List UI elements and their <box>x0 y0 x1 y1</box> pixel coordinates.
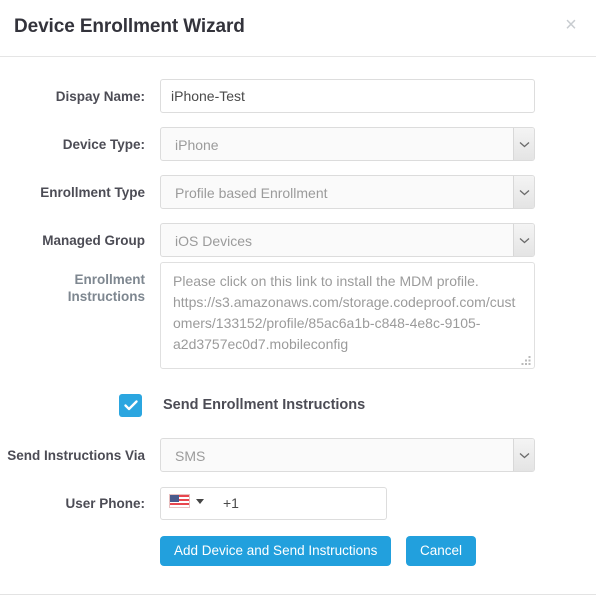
enrollment-instructions-label-line1: Enrollment <box>74 272 145 287</box>
chevron-down-icon <box>513 224 534 256</box>
user-phone-value: +1 <box>223 495 239 511</box>
check-icon <box>123 400 138 411</box>
user-phone-label: User Phone: <box>65 496 145 511</box>
device-type-selected-value: iPhone <box>160 127 535 161</box>
send-enrollment-instructions-checkbox[interactable] <box>119 394 142 417</box>
managed-group-select[interactable]: iOS Devices <box>160 223 535 257</box>
page-title: Device Enrollment Wizard <box>14 16 245 37</box>
send-instructions-via-select[interactable]: SMS <box>160 438 535 472</box>
send-instructions-via-selected-value: SMS <box>160 438 535 472</box>
managed-group-label: Managed Group <box>42 233 145 248</box>
caret-down-icon <box>196 498 204 504</box>
chevron-down-icon <box>513 439 534 471</box>
close-icon[interactable]: × <box>559 13 583 37</box>
chevron-down-icon <box>513 176 534 208</box>
chevron-down-icon <box>513 128 534 160</box>
device-type-select[interactable]: iPhone <box>160 127 535 161</box>
user-phone-control: +1 <box>160 487 387 520</box>
us-flag-icon <box>169 494 190 508</box>
modal-body: Dispay Name: Device Type: iPhone Enrollm… <box>0 57 596 594</box>
enrollment-instructions-textarea-wrap: Please click on this link to install the… <box>160 262 535 369</box>
device-enrollment-wizard-modal: Device Enrollment Wizard × Dispay Name: … <box>0 0 596 602</box>
enrollment-instructions-control: Please click on this link to install the… <box>160 262 535 369</box>
enrollment-type-label: Enrollment Type <box>40 185 145 200</box>
managed-group-control: iOS Devices <box>160 223 535 257</box>
modal-header: Device Enrollment Wizard × <box>0 0 596 57</box>
user-phone-input[interactable]: +1 <box>160 487 387 520</box>
enrollment-instructions-label: Enrollment Instructions <box>0 271 145 305</box>
cancel-button[interactable]: Cancel <box>406 536 477 566</box>
enrollment-type-select[interactable]: Profile based Enrollment <box>160 175 535 209</box>
send-enrollment-instructions-label: Send Enrollment Instructions <box>163 397 366 413</box>
display-name-input[interactable] <box>160 79 535 113</box>
send-instructions-via-control: SMS <box>160 438 535 472</box>
enrollment-instructions-textarea[interactable]: Please click on this link to install the… <box>160 262 535 369</box>
managed-group-selected-value: iOS Devices <box>160 223 535 257</box>
enrollment-type-selected-value: Profile based Enrollment <box>160 175 535 209</box>
device-type-control: iPhone <box>160 127 535 161</box>
enrollment-type-control: Profile based Enrollment <box>160 175 535 209</box>
country-code-dropdown[interactable] <box>169 494 204 508</box>
display-name-label: Dispay Name: <box>55 89 145 104</box>
add-device-and-send-instructions-button[interactable]: Add Device and Send Instructions <box>160 536 392 566</box>
device-type-label: Device Type: <box>62 137 145 152</box>
display-name-control <box>160 79 535 113</box>
enrollment-instructions-label-line2: Instructions <box>67 289 145 304</box>
modal-footer-divider <box>0 594 596 595</box>
send-instructions-via-label: Send Instructions Via <box>7 448 145 463</box>
